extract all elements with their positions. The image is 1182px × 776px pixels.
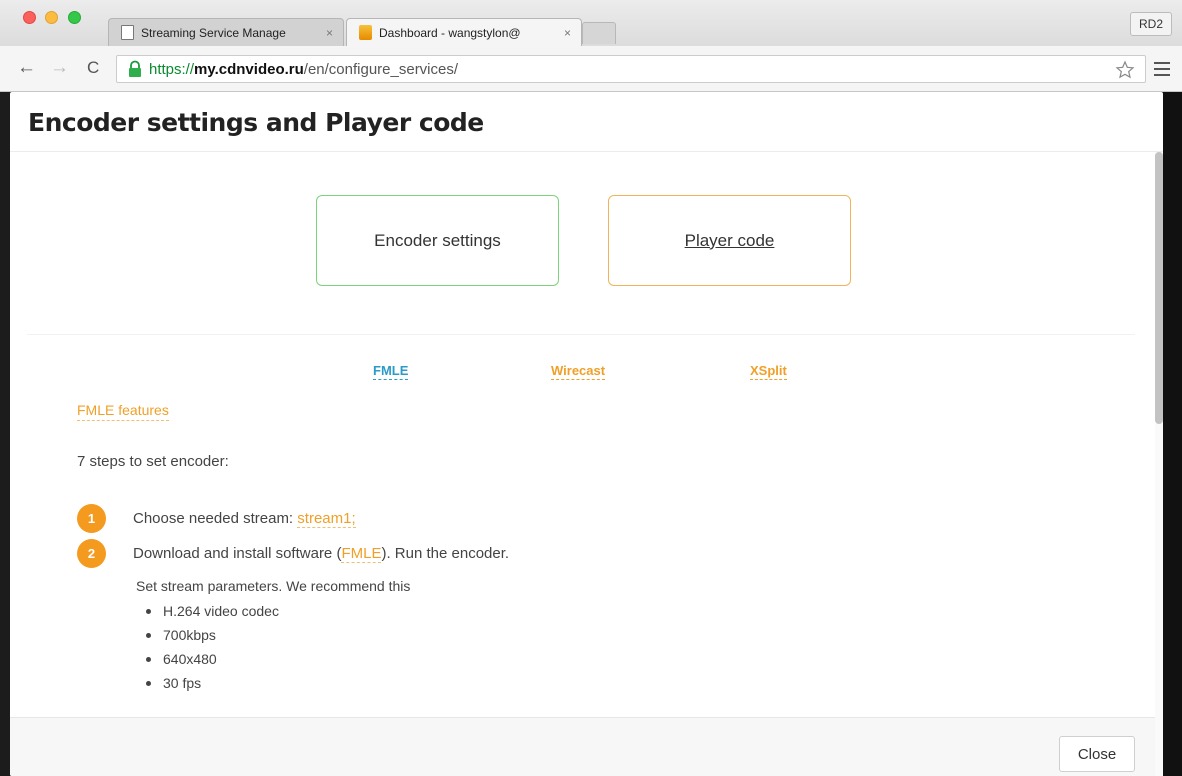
tab-fmle[interactable]: FMLE: [373, 363, 409, 380]
mode-choice-row: Encoder settings Player code: [10, 195, 1163, 286]
bullet-icon: [146, 680, 151, 686]
tab-wirecast[interactable]: Wirecast: [551, 363, 606, 380]
param-text: H.264 video codec: [163, 603, 279, 619]
step-1-label: Choose needed stream:: [133, 510, 298, 527]
player-code-card[interactable]: Player code: [608, 195, 851, 286]
divider: [27, 334, 1135, 335]
reload-icon[interactable]: C: [87, 58, 99, 78]
modal-footer: Close: [10, 717, 1163, 776]
step-2-label-before: Download and install software (: [133, 545, 342, 562]
browser-toolbar: ← → C https://my.cdnvideo.ru/en/configur…: [0, 46, 1182, 92]
encoder-tabs: FMLE Wirecast XSplit: [10, 363, 1163, 387]
menu-icon[interactable]: [1154, 62, 1170, 76]
back-arrow-icon[interactable]: ←: [17, 58, 36, 78]
lock-icon: [129, 60, 141, 77]
url-host: my.cdnvideo.ru: [194, 60, 304, 78]
modal-header: Encoder settings and Player code: [10, 92, 1163, 152]
tab-title: Streaming Service Manage: [141, 25, 286, 40]
encoder-settings-card[interactable]: Encoder settings: [316, 195, 559, 286]
page-scrollbar-area: [1163, 92, 1182, 776]
step-1: 1 Choose needed stream: stream1;: [77, 504, 356, 533]
param-text: 640x480: [163, 651, 217, 667]
dashboard-favicon-icon: [359, 25, 372, 40]
browser-tab-streaming[interactable]: Streaming Service Manage ×: [108, 18, 344, 46]
forward-arrow-icon[interactable]: →: [50, 58, 69, 78]
bookmark-star-icon[interactable]: [1115, 60, 1135, 80]
minimize-window-button[interactable]: [45, 11, 58, 24]
params-intro: Set stream parameters. We recommend this: [136, 578, 411, 594]
step-2: 2 Download and install software (FMLE). …: [77, 539, 509, 568]
stream-link[interactable]: stream1;: [297, 510, 356, 528]
modal-title: Encoder settings and Player code: [28, 108, 484, 137]
bullet-icon: [146, 608, 151, 614]
new-tab-button[interactable]: [582, 22, 616, 44]
tab-close-icon[interactable]: ×: [564, 26, 571, 40]
list-item: 700kbps: [146, 623, 410, 647]
browser-tab-dashboard[interactable]: Dashboard - wangstylon@ ×: [346, 18, 582, 46]
list-item: H.264 video codec: [146, 599, 410, 623]
browser-titlebar: Streaming Service Manage × Dashboard - w…: [0, 0, 1182, 46]
fmle-features-link[interactable]: FMLE features: [77, 402, 169, 421]
param-text: 700kbps: [163, 627, 216, 643]
address-bar[interactable]: https://my.cdnvideo.ru/en/configure_serv…: [116, 55, 1146, 83]
tab-title: Dashboard - wangstylon@: [379, 25, 521, 40]
tab-xsplit[interactable]: XSplit: [750, 363, 787, 380]
step-number-badge: 2: [77, 539, 106, 568]
document-icon: [121, 25, 134, 40]
bullet-icon: [146, 656, 151, 662]
step-2-label-after: ). Run the encoder.: [381, 545, 510, 562]
stream-parameters: Set stream parameters. We recommend this…: [136, 578, 410, 695]
params-list: H.264 video codec 700kbps 640x480 30 fps: [146, 599, 410, 695]
profile-button[interactable]: RD2: [1130, 12, 1172, 36]
encoder-player-modal: Encoder settings and Player code Encoder…: [10, 92, 1163, 776]
list-item: 640x480: [146, 647, 410, 671]
list-item: 30 fps: [146, 671, 410, 695]
url-text: https://my.cdnvideo.ru/en/configure_serv…: [149, 61, 458, 78]
close-window-button[interactable]: [23, 11, 36, 24]
steps-heading: 7 steps to set encoder:: [77, 453, 229, 470]
param-text: 30 fps: [163, 675, 202, 691]
url-scheme: https://: [149, 60, 195, 78]
bullet-icon: [146, 632, 151, 638]
step-number-badge: 1: [77, 504, 106, 533]
url-path: /en/configure_services/: [303, 60, 459, 78]
step-1-text: Choose needed stream: stream1;: [133, 510, 356, 528]
fmle-download-link[interactable]: FMLE: [341, 545, 382, 563]
zoom-window-button[interactable]: [68, 11, 81, 24]
step-2-text: Download and install software (FMLE). Ru…: [133, 545, 510, 563]
modal-scrollbar-thumb[interactable]: [1155, 152, 1163, 424]
close-button[interactable]: Close: [1059, 736, 1135, 772]
tab-close-icon[interactable]: ×: [326, 26, 333, 40]
